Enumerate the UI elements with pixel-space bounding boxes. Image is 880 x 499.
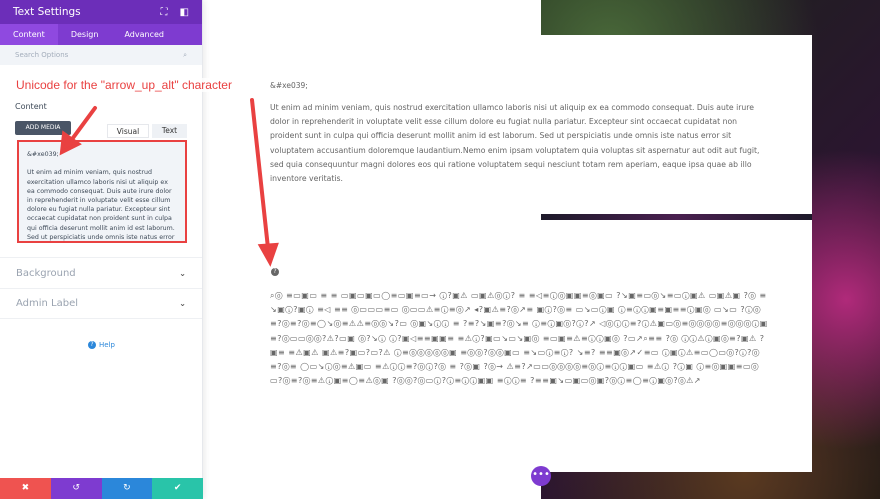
content-label: Content: [15, 102, 47, 111]
redo-button[interactable]: ↻: [101, 478, 153, 499]
help-icon: ?: [88, 341, 96, 349]
search-input[interactable]: Search Options ⌕: [0, 45, 202, 65]
search-icon: ⌕: [183, 50, 187, 59]
settings-panel: Text Settings ⛶ ◧ Content Design Advance…: [0, 0, 203, 499]
section-label: Background: [16, 267, 76, 279]
content-editor[interactable]: &#xe039; Ut enim ad minim veniam, quis n…: [17, 140, 187, 243]
editor-body: Ut enim ad minim veniam, quis nostrud ex…: [27, 169, 175, 241]
section-background[interactable]: Background ⌄: [0, 257, 202, 288]
chevron-down-icon: ⌄: [179, 299, 186, 308]
image-strip: [541, 214, 812, 220]
chevron-down-icon: ⌄: [179, 268, 186, 278]
undo-button[interactable]: ↺: [50, 478, 102, 499]
help-link[interactable]: ? Help: [88, 341, 115, 349]
tab-text[interactable]: Text: [152, 124, 187, 138]
page-canvas: [203, 0, 541, 499]
annotation-label: Unicode for the "arrow_up_alt" character: [14, 78, 234, 92]
help-label: Help: [99, 341, 115, 349]
add-media-button[interactable]: ADD MEDIA: [15, 121, 71, 135]
section-admin-label[interactable]: Admin Label ⌄: [0, 288, 202, 319]
tab-advanced[interactable]: Advanced: [111, 24, 177, 45]
cancel-button[interactable]: ✖: [0, 478, 51, 499]
more-options-button[interactable]: •••: [531, 466, 551, 486]
sidebar-toggle-icon[interactable]: ◧: [180, 7, 189, 18]
panel-header: Text Settings ⛶ ◧: [0, 0, 202, 24]
section-label: Admin Label: [16, 298, 79, 309]
body-paragraph: Ut enim ad minim veniam, quis nostrud ex…: [270, 103, 760, 184]
action-bar: ✖ ↺ ↻ ✔: [0, 478, 203, 499]
tab-visual[interactable]: Visual: [107, 124, 149, 138]
editor-code: &#xe039;: [27, 151, 59, 158]
search-placeholder: Search Options: [15, 51, 69, 59]
arrow-up-alt-icon: ?: [271, 268, 279, 276]
code-text: &#xe039;: [270, 81, 308, 90]
tab-design[interactable]: Design: [58, 24, 112, 45]
panel-title: Text Settings: [13, 6, 81, 18]
icon-glyph-text: ⌕⓪ ≡▭▣▭ ≡ ≡ ▭▣▭▣▭◯≡▭▣≡▭→ ⓘ?▣⚠ ▭▣⚠⓪ⓘ? ≡ ≡…: [270, 291, 768, 386]
expand-icon[interactable]: ⛶: [161, 7, 168, 18]
save-button[interactable]: ✔: [152, 478, 203, 499]
tab-content[interactable]: Content: [0, 24, 58, 45]
panel-tabs: Content Design Advanced: [0, 24, 202, 45]
